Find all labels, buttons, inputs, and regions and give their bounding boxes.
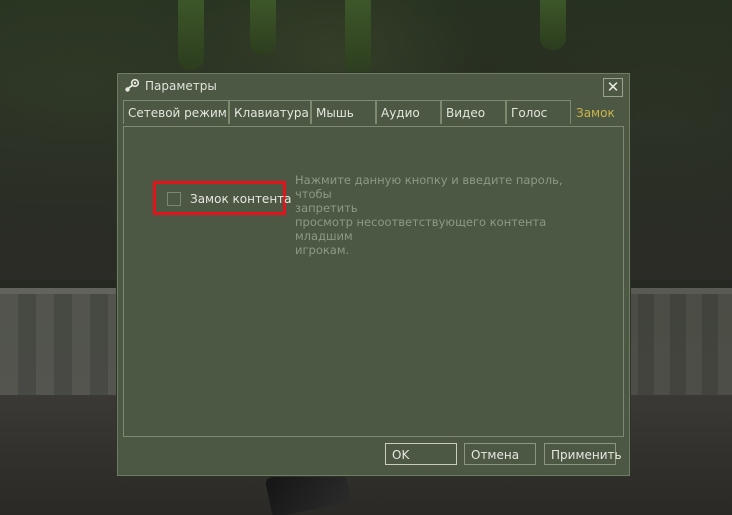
tab-keyboard[interactable]: Клавиатура — [229, 100, 311, 124]
lock-tab-panel: Замок контента Нажмите данную кнопку и в… — [123, 126, 624, 437]
content-lock-description: Нажмите данную кнопку и введите пароль, … — [295, 173, 595, 257]
options-dialog: Параметры ✕ Сетевой режим Клавиатура Мыш… — [117, 73, 630, 476]
title-bar[interactable]: Параметры ✕ — [118, 74, 629, 98]
close-icon: ✕ — [606, 78, 620, 96]
window-title: Параметры — [145, 79, 217, 93]
tab-lock[interactable]: Замок — [571, 100, 624, 126]
scenery — [178, 0, 204, 70]
scenery — [250, 0, 276, 55]
tab-voice[interactable]: Голос — [506, 100, 571, 124]
tab-audio[interactable]: Аудио — [376, 100, 441, 124]
tab-video[interactable]: Видео — [441, 100, 506, 124]
steam-icon — [125, 78, 140, 92]
description-line: Нажмите данную кнопку и введите пароль, … — [295, 173, 563, 201]
ok-button[interactable]: OK — [385, 443, 457, 465]
cancel-button[interactable]: Отмена — [464, 443, 536, 465]
description-line: просмотр несоответствующего контента мла… — [295, 215, 547, 243]
scenery — [345, 0, 371, 75]
content-lock-label[interactable]: Замок контента — [190, 192, 292, 206]
close-button[interactable]: ✕ — [603, 78, 623, 97]
tab-network[interactable]: Сетевой режим — [123, 100, 229, 124]
apply-button[interactable]: Применить — [544, 443, 622, 465]
tab-mouse[interactable]: Мышь — [311, 100, 376, 124]
description-line: запретить — [295, 201, 358, 215]
tab-bar: Сетевой режим Клавиатура Мышь Аудио Виде… — [123, 100, 624, 126]
description-line: игрокам. — [295, 243, 350, 257]
content-lock-checkbox[interactable] — [167, 192, 181, 206]
scenery — [540, 0, 566, 50]
